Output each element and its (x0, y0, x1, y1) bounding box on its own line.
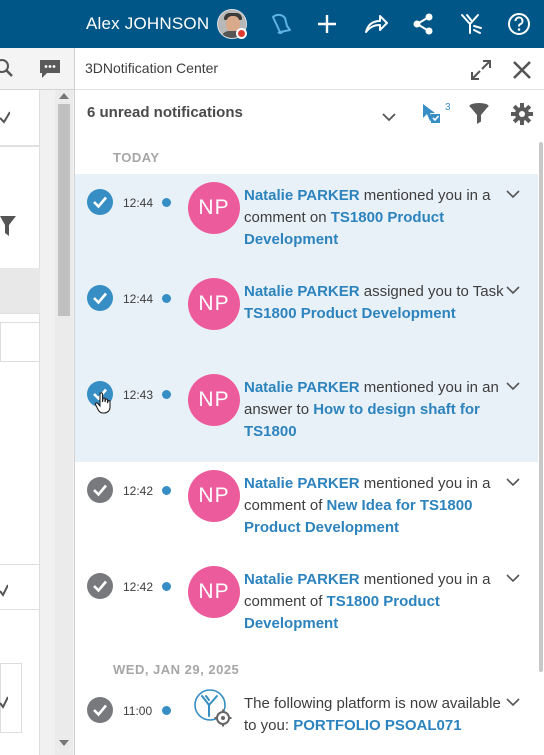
close-icon[interactable] (511, 59, 533, 81)
scrollbar-thumb[interactable] (539, 142, 543, 672)
left-panel-scrollbar[interactable] (55, 90, 73, 755)
notification-item[interactable]: 12:42 NP Natalie PARKER mentioned you in… (75, 558, 538, 654)
notification-center-panel: 3DNotification Center 6 unread notificat… (75, 48, 544, 755)
selection-count: 3 (445, 102, 451, 113)
notification-item[interactable]: 12:44 NP Natalie PARKER mentioned you in… (75, 174, 538, 270)
add-icon[interactable] (313, 10, 341, 38)
notification-message: The following platform is now available … (244, 695, 501, 734)
notification-message: Natalie PARKER mentioned you in a commen… (244, 475, 491, 536)
sender-avatar[interactable]: NP (188, 374, 240, 426)
status-indicator (236, 28, 247, 39)
chevron-down-icon[interactable] (505, 476, 521, 488)
unread-dot (162, 706, 171, 715)
chevron-down-icon[interactable] (505, 696, 521, 708)
divider (0, 146, 40, 147)
notification-item[interactable]: 12:42 NP Natalie PARKER mentioned you in… (75, 462, 538, 558)
group-label-today: TODAY (113, 150, 160, 165)
sender-avatar[interactable]: NP (188, 278, 240, 330)
unread-dot (162, 390, 171, 399)
read-check-icon[interactable] (87, 573, 113, 599)
left-panel (0, 48, 75, 755)
sender-avatar[interactable]: NP (188, 470, 240, 522)
filter-icon[interactable] (468, 102, 490, 126)
filter-icon[interactable] (0, 214, 16, 238)
notification-time: 11:00 (123, 704, 153, 718)
chevron-down-icon[interactable] (505, 572, 521, 584)
notification-time: 12:44 (123, 196, 154, 210)
left-panel-toolbar (0, 48, 74, 90)
sender-link[interactable]: Natalie PARKER (244, 475, 360, 492)
notification-item[interactable]: 12:44 NP Natalie PARKER assigned you to … (75, 270, 538, 366)
sender-link[interactable]: Natalie PARKER (244, 283, 360, 300)
read-check-icon[interactable] (87, 477, 113, 503)
notification-item[interactable]: 11:00 The following platform is now avai… (75, 684, 538, 755)
notification-message: Natalie PARKER assigned you to Task TS18… (244, 283, 504, 322)
chevron-down-icon[interactable] (505, 284, 521, 296)
chevron-down-icon[interactable] (505, 380, 521, 392)
select-cursor-icon[interactable] (420, 102, 444, 126)
unread-dot (162, 486, 171, 495)
compass-icon[interactable] (457, 10, 485, 38)
hand-cursor-icon (94, 392, 112, 414)
notification-list: TODAY 12:44 NP Natalie PARKER mentioned … (75, 140, 538, 755)
notification-item[interactable]: 12:43 NP Natalie PARKER mentioned you in… (75, 366, 538, 462)
list-item[interactable] (0, 268, 40, 314)
unread-dot (162, 582, 171, 591)
settings-gear-icon[interactable] (510, 102, 534, 126)
notification-time: 12:43 (123, 388, 154, 402)
panel-title: 3DNotification Center (85, 60, 219, 76)
scrollbar-thumb[interactable] (58, 104, 70, 316)
share-icon[interactable] (362, 10, 390, 38)
notification-message: Natalie PARKER mentioned you in a commen… (244, 571, 491, 632)
mark-read-check-icon[interactable] (87, 189, 113, 215)
help-icon[interactable] (505, 10, 533, 38)
notification-time: 12:42 (123, 484, 154, 498)
object-link[interactable]: TS1800 Product Development (244, 305, 456, 322)
platform-gear-icon (193, 688, 233, 728)
comment-icon[interactable] (38, 58, 62, 80)
unread-count-label: 6 unread notifications (87, 104, 243, 121)
notification-time: 12:44 (123, 292, 154, 306)
notification-time: 12:42 (123, 580, 154, 594)
top-bar: Alex JOHNSON (0, 0, 544, 48)
expand-icon[interactable] (469, 58, 493, 82)
panel-header: 3DNotification Center (75, 48, 544, 90)
group-label-date: WED, JAN 29, 2025 (113, 662, 240, 677)
sender-link[interactable]: Natalie PARKER (244, 379, 360, 396)
unread-dot (162, 198, 171, 207)
unread-dot (162, 294, 171, 303)
sender-avatar[interactable]: NP (188, 566, 240, 618)
search-icon[interactable] (0, 58, 16, 80)
network-icon[interactable] (409, 10, 437, 38)
notification-bell-icon[interactable] (266, 10, 294, 38)
chevron-down-icon[interactable] (505, 188, 521, 200)
notification-scrollbar[interactable] (538, 140, 544, 755)
list-item[interactable] (0, 90, 40, 146)
sender-avatar[interactable]: NP (188, 182, 240, 234)
read-check-icon[interactable] (87, 697, 113, 723)
list-item[interactable] (0, 322, 40, 362)
user-name[interactable]: Alex JOHNSON (86, 14, 209, 34)
notification-message: Natalie PARKER mentioned you in an answe… (244, 379, 499, 440)
left-panel-content (0, 90, 40, 596)
mark-read-check-icon[interactable] (87, 285, 113, 311)
notification-message: Natalie PARKER mentioned you in a commen… (244, 187, 491, 248)
sender-link[interactable]: Natalie PARKER (244, 571, 360, 588)
sender-link[interactable]: Natalie PARKER (244, 187, 360, 204)
notification-toolbar: 6 unread notifications 3 (75, 90, 544, 138)
object-link[interactable]: PORTFOLIO PSOAL071 (293, 717, 461, 734)
chevron-down-icon[interactable] (382, 109, 398, 122)
left-subpanel (0, 564, 40, 755)
